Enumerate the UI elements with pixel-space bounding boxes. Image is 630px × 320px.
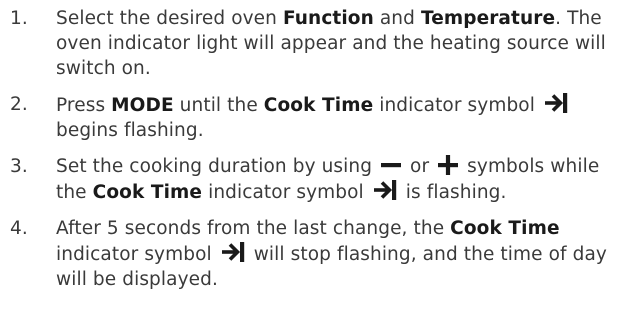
step-text: or xyxy=(404,156,436,177)
step-text: Press xyxy=(56,95,112,116)
step-text: is flashing. xyxy=(399,182,507,203)
step-text: Set the cooking duration by using xyxy=(56,156,379,177)
step-text: Select the desired oven xyxy=(56,8,283,29)
step-number: 4. xyxy=(10,218,28,239)
cook-time-icon xyxy=(372,179,398,201)
bold-term: Cook Time xyxy=(92,182,203,203)
bold-term: Cook Time xyxy=(450,218,560,239)
step-item: 2. Press MODE until the Cook Time indicat… xyxy=(10,92,620,143)
bold-term: Function xyxy=(282,8,374,29)
step-number: 2. xyxy=(10,94,28,115)
step-item: 4. After 5 seconds from the last change, … xyxy=(10,216,620,292)
bold-term: MODE xyxy=(111,95,174,116)
step-text: indicator symbol xyxy=(373,95,541,116)
step-text: and xyxy=(373,8,421,29)
step-number: 3. xyxy=(10,156,28,177)
bold-term: Temperature xyxy=(420,8,556,29)
cook-time-icon xyxy=(543,92,569,114)
step-item: 1. Select the desired oven Function and T… xyxy=(10,6,620,81)
step-number: 1. xyxy=(10,8,28,29)
step-text: begins flashing. xyxy=(56,120,204,141)
step-text: until the xyxy=(173,95,264,116)
step-text: indicator symbol xyxy=(202,182,370,203)
cook-time-icon xyxy=(220,241,246,263)
steps-list: 1. Select the desired oven Function and T… xyxy=(10,6,620,292)
step-text: indicator symbol xyxy=(56,244,218,265)
plus-icon xyxy=(437,155,459,175)
bold-term: Cook Time xyxy=(263,95,374,116)
minus-icon xyxy=(380,155,402,175)
step-text: After 5 seconds from the last change, th… xyxy=(56,218,451,239)
step-item: 3. Set the cooking duration by using or s… xyxy=(10,154,620,205)
instructions-document: 1. Select the desired oven Function and T… xyxy=(0,0,630,292)
